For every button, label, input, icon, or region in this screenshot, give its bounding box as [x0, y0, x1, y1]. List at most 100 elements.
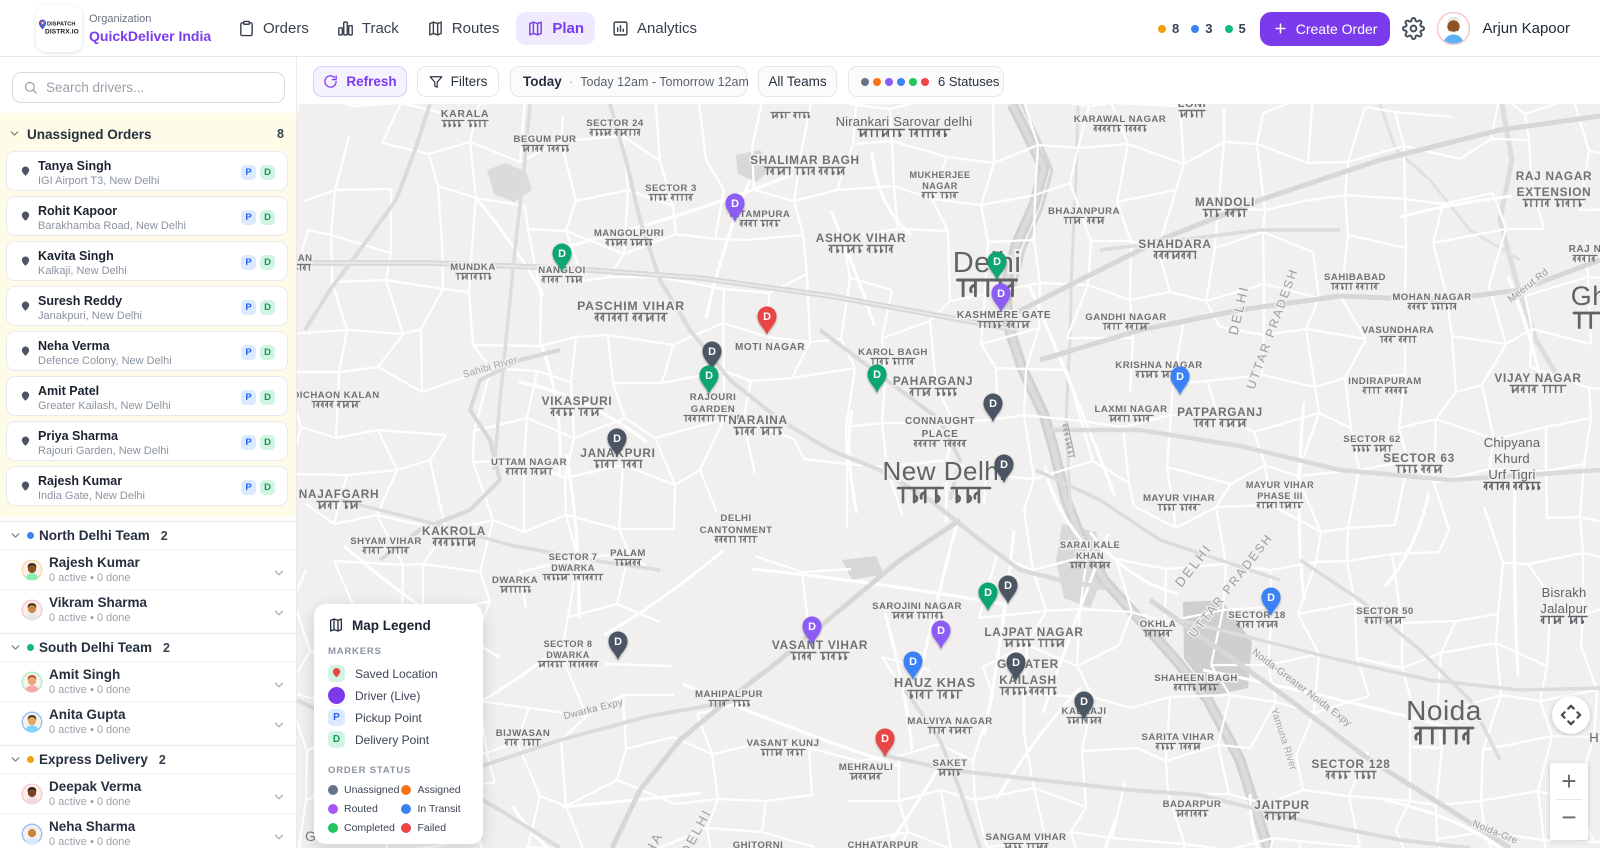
svg-text:MEHRAULI: MEHRAULI [839, 762, 893, 773]
svg-text:KASHMERE GATE: KASHMERE GATE [957, 310, 1051, 321]
svg-text:MALVIYA NAGAR: MALVIYA NAGAR [907, 716, 992, 727]
svg-text:ASHOK VIHAR: ASHOK VIHAR [816, 231, 907, 245]
svg-text:BHAJANPURA: BHAJANPURA [1048, 206, 1120, 217]
svg-text:SARAI KALE: SARAI KALE [1060, 540, 1120, 550]
svg-text:DWARKA: DWARKA [551, 563, 595, 573]
svg-text:PLACE: PLACE [922, 429, 959, 440]
svg-text:SECTOR 3: SECTOR 3 [645, 183, 697, 194]
svg-text:JAITPUR: JAITPUR [1254, 798, 1310, 812]
svg-text:Nirankari Sarovar delhi: Nirankari Sarovar delhi [836, 114, 973, 129]
svg-text:Delhi: Delhi [953, 247, 1022, 279]
svg-text:Bisrakh: Bisrakh [1542, 585, 1587, 600]
svg-text:D: D [614, 636, 622, 648]
svg-text:CONNAUGHT: CONNAUGHT [905, 416, 975, 427]
svg-text:PHASE III: PHASE III [1257, 491, 1302, 501]
svg-text:D: D [873, 369, 881, 381]
svg-text:NAJAFGARH: NAJAFGARH [299, 487, 380, 501]
svg-text:D: D [763, 311, 771, 323]
svg-text:SAKET: SAKET [933, 758, 968, 769]
svg-text:HAUZ KHAS: HAUZ KHAS [894, 676, 976, 690]
svg-text:D: D [1176, 371, 1184, 383]
svg-text:MOTI NAGAR: MOTI NAGAR [735, 342, 805, 353]
svg-text:DICHAON KALAN: DICHAON KALAN [297, 390, 380, 401]
svg-text:PALAM: PALAM [610, 548, 646, 559]
svg-text:SECTOR 24: SECTOR 24 [586, 118, 644, 129]
svg-text:D: D [989, 398, 997, 410]
svg-text:D: D [984, 587, 992, 599]
svg-text:KHAN: KHAN [1076, 551, 1104, 561]
svg-text:MANGOLPURI: MANGOLPURI [594, 228, 664, 239]
svg-text:VIKASPURI: VIKASPURI [542, 394, 613, 408]
svg-text:VASANT KUNJ: VASANT KUNJ [747, 738, 820, 749]
svg-text:SECTOR 50: SECTOR 50 [1356, 606, 1413, 617]
svg-text:PAHARGANJ: PAHARGANJ [893, 374, 973, 388]
svg-text:GANDHI NAGAR: GANDHI NAGAR [1085, 312, 1166, 323]
svg-text:LAN: LAN [297, 253, 313, 264]
svg-text:SAROJINI NAGAR: SAROJINI NAGAR [872, 601, 962, 612]
svg-text:Urf Tigri: Urf Tigri [1488, 467, 1535, 482]
svg-text:SECTOR 128: SECTOR 128 [1311, 757, 1390, 771]
svg-text:D: D [993, 256, 1001, 268]
svg-text:D: D [708, 346, 716, 358]
svg-text:D: D [558, 248, 566, 260]
svg-text:New Delhi: New Delhi [883, 456, 1006, 486]
svg-text:SECTOR 7: SECTOR 7 [549, 552, 598, 562]
svg-text:D: D [731, 198, 739, 210]
svg-text:D: D [808, 621, 816, 633]
svg-text:LAJPAT NAGAR: LAJPAT NAGAR [984, 625, 1083, 639]
svg-text:PASCHIM VIHAR: PASCHIM VIHAR [577, 299, 685, 313]
svg-text:D: D [1000, 459, 1008, 471]
svg-text:MOHAN NAGAR: MOHAN NAGAR [1392, 292, 1471, 303]
svg-text:BADARPUR: BADARPUR [1163, 799, 1222, 810]
svg-text:MANDOLI: MANDOLI [1195, 195, 1255, 209]
svg-text:DWARKA: DWARKA [492, 575, 538, 586]
svg-text:D: D [1004, 580, 1012, 592]
svg-text:PATPARGANJ: PATPARGANJ [1177, 405, 1263, 419]
svg-text:MUNDKA: MUNDKA [450, 262, 496, 273]
svg-text:SECTOR 62: SECTOR 62 [1343, 434, 1400, 445]
svg-text:GREATER: GREATER [997, 657, 1059, 671]
svg-text:KRISHNA NAGAR: KRISHNA NAGAR [1115, 360, 1202, 371]
svg-text:DISTRX.IO: DISTRX.IO [45, 28, 79, 35]
svg-text:MAHIPALPUR: MAHIPALPUR [695, 689, 763, 700]
svg-text:SHAHEEN BAGH: SHAHEEN BAGH [1154, 673, 1238, 684]
svg-text:D: D [613, 433, 621, 445]
svg-text:SECTOR 8: SECTOR 8 [544, 639, 593, 649]
svg-text:OKHLA: OKHLA [1140, 619, 1177, 630]
svg-text:CANTONMENT: CANTONMENT [700, 525, 773, 536]
svg-text:VASUNDHARA: VASUNDHARA [1362, 325, 1434, 336]
svg-text:RAJ NAGAR: RAJ NAGAR [1516, 169, 1593, 183]
svg-text:DISPATCH: DISPATCH [47, 21, 76, 27]
svg-text:UTTAM NAGAR: UTTAM NAGAR [491, 457, 567, 468]
svg-text:Jalalpur: Jalalpur [1540, 601, 1588, 616]
svg-text:D: D [1267, 592, 1275, 604]
svg-text:H: H [1589, 730, 1599, 745]
svg-text:SHYAM VIHAR: SHYAM VIHAR [350, 536, 422, 547]
svg-text:KARAWAL NAGAR: KARAWAL NAGAR [1074, 114, 1166, 125]
svg-text:NARAINA: NARAINA [728, 413, 787, 427]
svg-text:MAYUR VIHAR: MAYUR VIHAR [1246, 480, 1314, 490]
svg-text:SHALIMAR BAGH: SHALIMAR BAGH [750, 153, 860, 167]
svg-text:INDIRAPURAM: INDIRAPURAM [1348, 376, 1422, 387]
svg-text:SHAHDARA: SHAHDARA [1138, 237, 1211, 251]
svg-text:LAXMI NAGAR: LAXMI NAGAR [1095, 404, 1168, 415]
svg-text:CHHATARPUR: CHHATARPUR [847, 840, 918, 848]
svg-text:D: D [909, 656, 917, 668]
svg-text:RAJOURI: RAJOURI [690, 392, 737, 403]
svg-text:SANGAM VIHAR: SANGAM VIHAR [986, 832, 1067, 843]
svg-text:GHITORNI: GHITORNI [733, 840, 784, 848]
svg-text:SAHIBABAD: SAHIBABAD [1324, 272, 1386, 283]
svg-text:EXTENSION: EXTENSION [1517, 185, 1592, 199]
svg-text:Chipyana: Chipyana [1484, 435, 1541, 450]
svg-text:MUKHERJEE: MUKHERJEE [909, 170, 970, 180]
svg-text:KARALA: KARALA [441, 108, 489, 120]
svg-text:VIJAY NAGAR: VIJAY NAGAR [1494, 371, 1581, 385]
svg-text:NAGAR: NAGAR [922, 181, 958, 191]
svg-text:DELHI: DELHI [720, 513, 751, 524]
svg-text:LONI: LONI [1178, 104, 1207, 110]
svg-text:MAYUR VIHAR: MAYUR VIHAR [1143, 493, 1215, 504]
svg-text:Noida: Noida [1406, 695, 1482, 726]
svg-text:SARITA VIHAR: SARITA VIHAR [1142, 732, 1215, 743]
svg-text:KAILASH: KAILASH [999, 673, 1056, 687]
svg-text:D: D [705, 370, 713, 382]
